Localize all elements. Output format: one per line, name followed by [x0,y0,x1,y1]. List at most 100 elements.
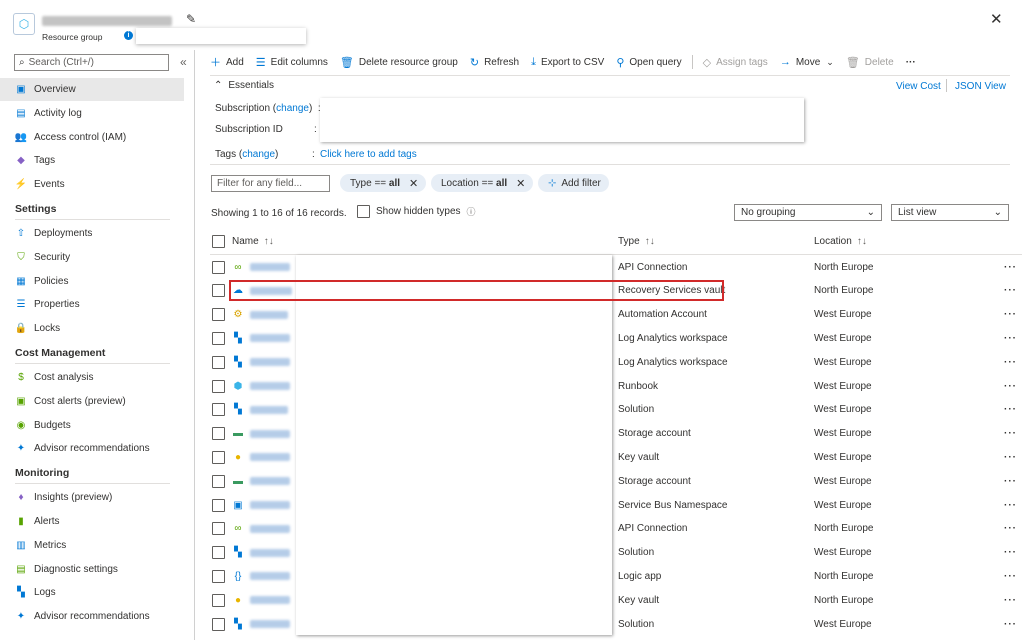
type-filter-pill[interactable]: Type == all ✕ [340,174,427,192]
change-subscription-link[interactable]: change [276,103,309,114]
resource-name[interactable] [250,405,288,414]
resource-name[interactable] [250,263,290,271]
export-csv-button[interactable]: ⤓ Export to CSV [531,56,604,69]
resource-name[interactable] [250,524,290,533]
sidebar-item-activity-log[interactable]: ▤ Activity log [0,102,184,125]
row-checkbox[interactable] [212,427,225,441]
row-more-button[interactable]: ··· [1004,619,1022,630]
row-more-button[interactable]: ··· [1004,309,1022,320]
sidebar-item-overview[interactable]: ▣ Overview [0,78,184,101]
sidebar-item-insights-preview[interactable]: ♦ Insights (preview) [0,486,184,509]
row-checkbox[interactable] [212,546,225,560]
row-checkbox[interactable] [212,355,225,369]
sidebar-item-access-control-iam[interactable]: 👥 Access control (IAM) [0,126,184,149]
row-checkbox[interactable] [212,308,225,322]
row-more-button[interactable]: ··· [1004,547,1022,558]
location-filter-pill[interactable]: Location == all ✕ [431,174,534,192]
open-query-button[interactable]: ⚲ Open query [616,56,681,69]
resource-name[interactable] [250,548,290,557]
show-hidden-checkbox[interactable] [357,205,370,218]
sidebar-item-budgets[interactable]: ◉ Budgets [0,414,184,437]
view-cost-link[interactable]: View Cost [896,81,941,92]
resource-name[interactable] [250,429,290,438]
sidebar-item-locks[interactable]: 🔒 Locks [0,317,184,340]
sidebar-item-advisor-recommendations[interactable]: ✦ Advisor recommendations [0,605,184,628]
close-icon[interactable]: ✕ [990,10,1003,28]
resource-name[interactable] [250,334,290,343]
sidebar-item-cost-alerts-preview[interactable]: ▣ Cost alerts (preview) [0,390,184,413]
row-more-button[interactable]: ··· [1004,500,1022,511]
info-icon[interactable]: i [124,31,133,40]
row-more-button[interactable]: ··· [1004,428,1022,439]
row-checkbox[interactable] [212,498,225,512]
resource-name[interactable] [250,310,288,319]
pin-icon[interactable]: ✎ [186,12,196,26]
row-checkbox[interactable] [212,331,225,345]
sidebar-item-cost-analysis[interactable]: $ Cost analysis [0,366,184,389]
assign-tags-button[interactable]: ◇ Assign tags [703,56,768,69]
row-more-button[interactable]: ··· [1004,333,1022,344]
sidebar-item-alerts[interactable]: ▮ Alerts [0,510,184,533]
row-checkbox[interactable] [212,403,225,417]
resource-name[interactable] [250,596,290,605]
sidebar-search[interactable]: ⌕ Search (Ctrl+/) [14,54,169,71]
row-checkbox[interactable] [212,450,225,464]
resource-name[interactable] [250,453,290,462]
resource-name[interactable] [250,501,290,509]
sidebar-item-metrics[interactable]: ▥ Metrics [0,534,184,557]
search-input[interactable]: Search (Ctrl+/) [29,57,94,68]
resource-name[interactable] [250,620,290,628]
change-tags-link[interactable]: change [242,149,275,160]
row-more-button[interactable]: ··· [1004,476,1022,487]
row-more-button[interactable]: ··· [1004,523,1022,534]
view-dropdown[interactable]: List view ⌄ [891,204,1009,221]
location-column-header[interactable]: Location ↑↓ [814,236,1004,247]
type-column-header[interactable]: Type ↑↓ [618,236,814,247]
sidebar-item-deployments[interactable]: ⇧ Deployments [0,222,184,245]
resource-name[interactable] [250,477,290,486]
row-more-button[interactable]: ··· [1004,357,1022,368]
add-tags-link[interactable]: Click here to add tags [320,149,417,160]
sidebar-item-policies[interactable]: ▦ Policies [0,270,184,293]
row-checkbox[interactable] [212,569,225,583]
collapse-sidebar-button[interactable]: « [180,55,187,69]
remove-filter-icon[interactable]: ✕ [516,177,525,190]
add-filter-button[interactable]: ⊹ Add filter [538,174,609,192]
row-checkbox[interactable] [212,284,225,298]
sidebar-item-security[interactable]: ⛉ Security [0,246,184,269]
row-checkbox[interactable] [212,522,225,536]
resource-name[interactable] [250,358,290,367]
sidebar-item-events[interactable]: ⚡ Events [0,173,184,196]
row-more-button[interactable]: ··· [1004,262,1022,273]
row-more-button[interactable]: ··· [1004,285,1022,296]
refresh-button[interactable]: ↻ Refresh [470,56,519,69]
remove-filter-icon[interactable]: ✕ [409,177,418,190]
row-checkbox[interactable] [212,379,225,393]
resource-name[interactable] [250,382,290,390]
resource-name[interactable] [250,572,290,581]
row-checkbox[interactable] [212,260,225,274]
delete-resource-group-button[interactable]: 🗑 Delete resource group [340,56,458,69]
sidebar-item-diagnostic-settings[interactable]: ▤ Diagnostic settings [0,558,184,581]
filter-input[interactable]: Filter for any field... [211,175,330,192]
delete-button[interactable]: 🗑 Delete [846,56,894,69]
sidebar-item-advisor-recommendations[interactable]: ✦ Advisor recommendations [0,437,184,460]
row-checkbox[interactable] [212,593,225,607]
move-button[interactable]: → Move ⌄ [780,56,834,68]
show-hidden-types[interactable]: Show hidden types ⓘ [357,205,476,218]
row-more-button[interactable]: ··· [1004,452,1022,463]
essentials-toggle[interactable]: ⌃ Essentials [214,80,274,91]
more-commands-button[interactable]: ··· [906,57,916,68]
sidebar-item-tags[interactable]: ◆ Tags [0,149,184,172]
add-button[interactable]: ＋ Add [210,54,244,70]
sidebar-item-properties[interactable]: ☰ Properties [0,293,184,316]
edit-columns-button[interactable]: ☰ Edit columns [256,56,328,69]
json-view-link[interactable]: JSON View [955,81,1006,92]
row-more-button[interactable]: ··· [1004,381,1022,392]
row-more-button[interactable]: ··· [1004,571,1022,582]
grouping-dropdown[interactable]: No grouping ⌄ [734,204,882,221]
sidebar-item-logs[interactable]: ▚ Logs [0,581,184,604]
row-checkbox[interactable] [212,617,225,631]
row-more-button[interactable]: ··· [1004,404,1022,415]
select-all-checkbox[interactable] [212,234,225,248]
